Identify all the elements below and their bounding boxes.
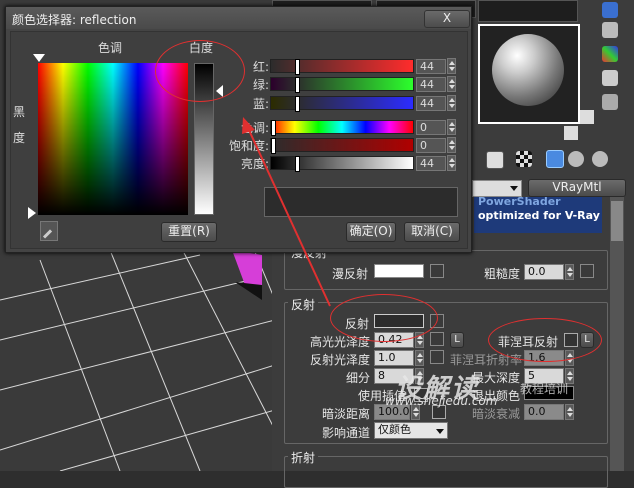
blue-label: 蓝: (252, 97, 269, 111)
hue-marker-icon[interactable] (33, 54, 45, 62)
put-to-library-icon[interactable] (486, 151, 504, 169)
saturation-spinner[interactable] (447, 137, 456, 153)
hue-input[interactable]: 0 (416, 120, 446, 135)
affect-channels-value: 仅颜色 (378, 423, 411, 436)
refl-gloss-map-button[interactable] (430, 350, 444, 364)
refraction-group (284, 456, 608, 488)
annotation-ellipse-whiteness (155, 40, 245, 102)
annotation-ellipse-reflect (330, 294, 438, 342)
value-slider-handle[interactable] (295, 156, 300, 172)
dim-falloff-input[interactable]: 0.0 (524, 404, 564, 420)
green-slider-handle[interactable] (295, 77, 300, 93)
diffuse-label: 漫反射 (332, 267, 369, 281)
checker-icon[interactable] (516, 151, 532, 167)
refraction-group-title: 折射 (288, 449, 319, 466)
close-button[interactable]: X (424, 10, 470, 28)
hue-spinner[interactable] (447, 119, 456, 135)
banner-text: optimized for V-Ray (478, 209, 600, 222)
value-slider[interactable] (270, 156, 414, 172)
color-selector-dialog: 颜色选择器: reflection X 色调 白度 黑 度 重置(R) 红: 44… (5, 6, 472, 253)
blackness-label-2: 度 (13, 131, 26, 145)
hue-label: 色调 (98, 41, 123, 55)
color-preview (264, 187, 458, 217)
magenta-object (232, 250, 262, 285)
diffuse-color-swatch[interactable] (374, 264, 424, 278)
hilight-gloss-map-button[interactable] (430, 332, 444, 346)
value-label: 亮度: (240, 157, 269, 171)
watermark-url: www.shejiedu.com (385, 394, 498, 408)
chevron-down-icon (436, 429, 444, 434)
material-slot-active[interactable] (478, 24, 580, 124)
dim-distance-label: 暗淡距离 (322, 407, 371, 421)
dim-falloff-spinner[interactable] (565, 404, 574, 420)
blackness-label: 黑 (13, 105, 26, 119)
red-spinner[interactable] (447, 58, 456, 74)
refl-gloss-label: 反射光泽度 (310, 353, 371, 367)
dialog-titlebar[interactable]: 颜色选择器: reflection X (6, 7, 471, 29)
scrollbar[interactable] (610, 197, 624, 471)
hue-slider-handle[interactable] (271, 120, 276, 136)
blue-slider-handle[interactable] (295, 96, 300, 112)
banner-top-text: PowerShader (478, 195, 561, 208)
eyedropper-icon[interactable] (40, 221, 58, 241)
saturation-slider[interactable] (270, 138, 414, 154)
subdivs-label: 细分 (346, 371, 371, 385)
roughness-map-button[interactable] (580, 264, 594, 278)
hue-label: 色调: (240, 121, 269, 135)
value-input[interactable]: 44 (416, 156, 446, 171)
green-slider[interactable] (270, 77, 414, 93)
green-spinner[interactable] (447, 76, 456, 92)
cancel-button[interactable]: 取消(C) (404, 222, 460, 242)
sample-type-icon[interactable] (602, 2, 618, 18)
blue-slider[interactable] (270, 96, 414, 112)
ok-button[interactable]: 确定(O) (346, 222, 396, 242)
saturation-input[interactable]: 0 (416, 138, 446, 153)
dialog-title: 颜色选择器: reflection (12, 13, 137, 27)
watermark-sub: 教程培训 (520, 382, 569, 396)
green-input[interactable]: 44 (416, 77, 446, 92)
blue-spinner[interactable] (447, 95, 456, 111)
annotation-ellipse-fresnel (488, 318, 602, 362)
roughness-spinner[interactable] (565, 264, 574, 280)
roughness-input[interactable]: 0.0 (524, 264, 564, 280)
go-parent-icon[interactable] (568, 151, 584, 167)
material-sphere (492, 34, 564, 106)
go-sibling-icon[interactable] (592, 151, 608, 167)
red-slider[interactable] (270, 59, 414, 75)
saturation-label: 饱和度: (228, 139, 269, 153)
affect-channels-dropdown[interactable]: 仅颜色 (374, 422, 448, 439)
roughness-label: 粗糙度 (484, 267, 521, 281)
arrow-right-icon[interactable] (564, 126, 578, 140)
blackness-marker-icon[interactable] (28, 207, 36, 219)
value-spinner[interactable] (447, 155, 456, 171)
material-slot[interactable] (478, 0, 578, 22)
hilight-lock-button[interactable]: L (450, 332, 464, 348)
vray-banner: PowerShader optimized for V-Ray (474, 195, 602, 233)
red-slider-handle[interactable] (295, 59, 300, 75)
refl-gloss-spinner[interactable] (415, 350, 424, 366)
red-label: 红: (252, 60, 269, 74)
red-input[interactable]: 44 (416, 59, 446, 74)
affect-channels-label: 影响通道 (322, 426, 371, 440)
uv-tiling-icon[interactable] (602, 70, 618, 86)
backlight-icon[interactable] (602, 22, 618, 38)
chevron-down-icon[interactable] (580, 110, 594, 124)
max-depth-label: 最大深度 (472, 371, 521, 385)
reflection-group-title: 反射 (288, 296, 319, 313)
green-label: 绿: (252, 78, 269, 92)
saturation-slider-handle[interactable] (271, 138, 276, 154)
reset-button[interactable]: 重置(R) (161, 222, 217, 242)
video-check-icon[interactable] (602, 94, 618, 110)
background-icon[interactable] (602, 46, 618, 62)
diffuse-map-button[interactable] (430, 264, 444, 278)
refl-gloss-input[interactable]: 1.0 (374, 350, 414, 366)
show-map-icon[interactable] (546, 150, 564, 168)
blue-input[interactable]: 44 (416, 96, 446, 111)
hue-slider[interactable] (270, 120, 414, 136)
